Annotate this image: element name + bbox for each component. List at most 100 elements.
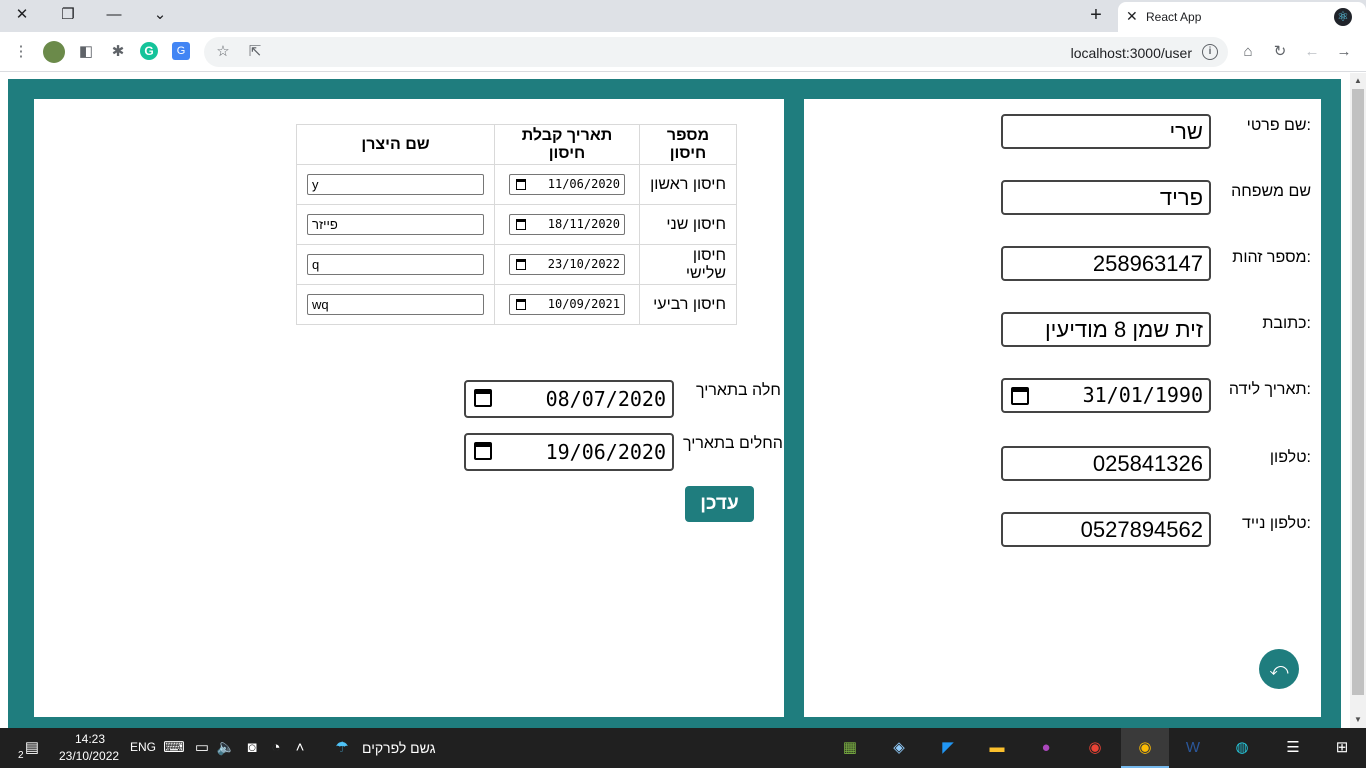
- word-app-icon[interactable]: W: [1181, 736, 1205, 760]
- first-name-label: :שם פרטי: [1246, 117, 1311, 134]
- vaccine-date-input[interactable]: 23/10/2022: [509, 254, 625, 275]
- bookmark-star-icon[interactable]: ☆: [212, 41, 234, 63]
- edge-app-icon[interactable]: ◍: [1230, 736, 1254, 760]
- birth-date-value: 31/01/1990: [1082, 383, 1203, 407]
- vaccine-date-input[interactable]: 18/11/2020: [509, 214, 625, 235]
- window-restore-icon[interactable]: ❐: [55, 4, 81, 26]
- address-bar[interactable]: ☆ ⇱ localhost:3000/user i: [204, 37, 1228, 67]
- vscode-app-icon[interactable]: ◤: [936, 736, 960, 760]
- phone-field[interactable]: 025841326: [1001, 446, 1211, 481]
- tab-close-icon[interactable]: ✕: [1126, 8, 1138, 25]
- show-hidden-icons-chevron-icon[interactable]: ˄: [288, 736, 312, 760]
- reload-icon[interactable]: ↻: [1269, 41, 1291, 63]
- mobile-phone-field[interactable]: 0527894562: [1001, 512, 1211, 547]
- chrome-profile-app-icon[interactable]: ◉: [1133, 736, 1157, 760]
- window-minimize-icon[interactable]: —: [101, 4, 127, 26]
- sick-date-input[interactable]: 08/07/2020: [464, 380, 674, 418]
- clock-time[interactable]: 14:23: [75, 732, 105, 746]
- calendar-icon[interactable]: [474, 389, 492, 407]
- vaccine-date-input[interactable]: 10/09/2021: [509, 294, 625, 315]
- notification-count: 2: [18, 750, 24, 761]
- chrome-app-icon[interactable]: ◉: [1083, 736, 1107, 760]
- browser-tab-bar: ✕ ❐ — ⌄ + ✕ React App ⚛: [0, 0, 1366, 32]
- translate-icon[interactable]: G: [172, 42, 190, 60]
- calendar-icon[interactable]: [516, 259, 526, 270]
- meet-now-icon[interactable]: ◙: [240, 736, 264, 760]
- windows-start-icon[interactable]: ⊞: [1330, 736, 1354, 760]
- update-button[interactable]: עדכן: [685, 486, 754, 522]
- sick-date-value: 08/07/2020: [545, 387, 666, 411]
- recovered-date-label: החלים בתאריך: [683, 435, 783, 452]
- weather-text[interactable]: גשם לפרקים: [362, 740, 436, 756]
- manufacturer-input[interactable]: q: [307, 254, 484, 275]
- menu-kebab-icon[interactable]: ⋮: [10, 41, 32, 63]
- language-indicator[interactable]: ENG: [130, 740, 156, 754]
- notepadplusplus-app-icon[interactable]: ▦: [838, 736, 862, 760]
- tab-title: React App: [1146, 10, 1202, 24]
- extensions-icon[interactable]: ✱: [107, 41, 129, 63]
- table-row: חיסון ראשון 11/06/2020 y: [296, 164, 737, 205]
- phone-label: :טלפון: [1269, 449, 1311, 466]
- volume-icon[interactable]: 🔈: [214, 736, 238, 760]
- window-close-icon[interactable]: ✕: [9, 4, 35, 26]
- table-header-row: מספר חיסון תאריך קבלת חיסון שם היצרן: [296, 124, 737, 165]
- manufacturer-input[interactable]: פייזר: [307, 214, 484, 235]
- calendar-icon[interactable]: [474, 442, 492, 460]
- side-panel-icon[interactable]: ◧: [75, 41, 97, 63]
- scroll-down-arrow-icon[interactable]: ▼: [1350, 715, 1366, 724]
- browser-tab[interactable]: ✕ React App ⚛: [1118, 2, 1366, 32]
- last-name-field[interactable]: פריד: [1001, 180, 1211, 215]
- calendar-icon[interactable]: [516, 299, 526, 310]
- undo-icon: ⤺: [1269, 659, 1289, 679]
- wifi-icon[interactable]: ◔: [264, 736, 288, 760]
- back-icon[interactable]: →: [1333, 41, 1355, 63]
- vaccine-date-value: 11/06/2020: [547, 177, 620, 191]
- url-text[interactable]: localhost:3000/user: [1071, 45, 1192, 61]
- scroll-up-arrow-icon[interactable]: ▲: [1350, 76, 1366, 85]
- scrollbar-thumb[interactable]: [1352, 89, 1364, 695]
- profile-avatar[interactable]: [43, 41, 65, 63]
- first-name-field[interactable]: שרי: [1001, 114, 1211, 149]
- table-row: חיסון שני 18/11/2020 פייזר: [296, 204, 737, 245]
- weather-rain-icon[interactable]: ☂: [330, 736, 354, 760]
- address-field[interactable]: זית שמן 8 מודיעין: [1001, 312, 1211, 347]
- task-view-icon[interactable]: ☰: [1281, 736, 1305, 760]
- github-app-icon[interactable]: ●: [1034, 736, 1058, 760]
- keyboard-icon[interactable]: ⌨: [162, 736, 186, 760]
- windows-taskbar: ▤ 2 14:23 23/10/2022 ENG ⌨ ▭ 🔈 ◙ ◔ ˄ ☂ ג…: [0, 728, 1366, 768]
- battery-icon[interactable]: ▭: [190, 736, 214, 760]
- tab-search-chevron-icon[interactable]: ⌄: [147, 4, 173, 26]
- react-logo-icon: ⚛: [1334, 8, 1352, 26]
- calendar-icon[interactable]: [516, 179, 526, 190]
- file-explorer-app-icon[interactable]: ▬: [985, 736, 1009, 760]
- table-row: חיסון שלישי 23/10/2022 q: [296, 244, 737, 285]
- back-button[interactable]: ⤺: [1259, 649, 1299, 689]
- calendar-icon[interactable]: [1011, 387, 1029, 405]
- manufacturer-input[interactable]: wq: [307, 294, 484, 315]
- teal-frame: מספר חיסון תאריך קבלת חיסון שם היצרן חיס…: [8, 79, 1341, 728]
- vaccine-date-value: 10/09/2021: [547, 297, 620, 311]
- network-tool-app-icon[interactable]: ◈: [887, 736, 911, 760]
- vaccine-name: חיסון ראשון: [639, 164, 737, 205]
- grammarly-icon[interactable]: G: [140, 42, 158, 60]
- new-tab-button[interactable]: +: [1083, 4, 1109, 26]
- recovered-date-input[interactable]: 19/06/2020: [464, 433, 674, 471]
- birth-date-field[interactable]: 31/01/1990: [1001, 378, 1211, 413]
- calendar-icon[interactable]: [516, 219, 526, 230]
- id-number-field[interactable]: 258963147: [1001, 246, 1211, 281]
- manufacturer-input[interactable]: y: [307, 174, 484, 195]
- recovered-date-value: 19/06/2020: [545, 440, 666, 464]
- address-label: :כתובת: [1262, 315, 1311, 332]
- site-info-icon[interactable]: i: [1202, 44, 1218, 60]
- share-icon[interactable]: ⇱: [244, 41, 266, 63]
- clock-date[interactable]: 23/10/2022: [59, 749, 119, 763]
- page-scrollbar[interactable]: ▲ ▼: [1350, 73, 1366, 728]
- table-row: חיסון רביעי 10/09/2021 wq: [296, 284, 737, 325]
- vaccine-name: חיסון שלישי: [639, 244, 737, 285]
- sick-date-label: חלה בתאריך: [696, 382, 781, 399]
- header-vaccine-date: תאריך קבלת חיסון: [494, 124, 640, 165]
- birth-date-label: :תאריך לידה: [1228, 381, 1311, 398]
- home-icon[interactable]: ⌂: [1237, 41, 1259, 63]
- vaccine-date-value: 18/11/2020: [547, 217, 620, 231]
- vaccine-date-input[interactable]: 11/06/2020: [509, 174, 625, 195]
